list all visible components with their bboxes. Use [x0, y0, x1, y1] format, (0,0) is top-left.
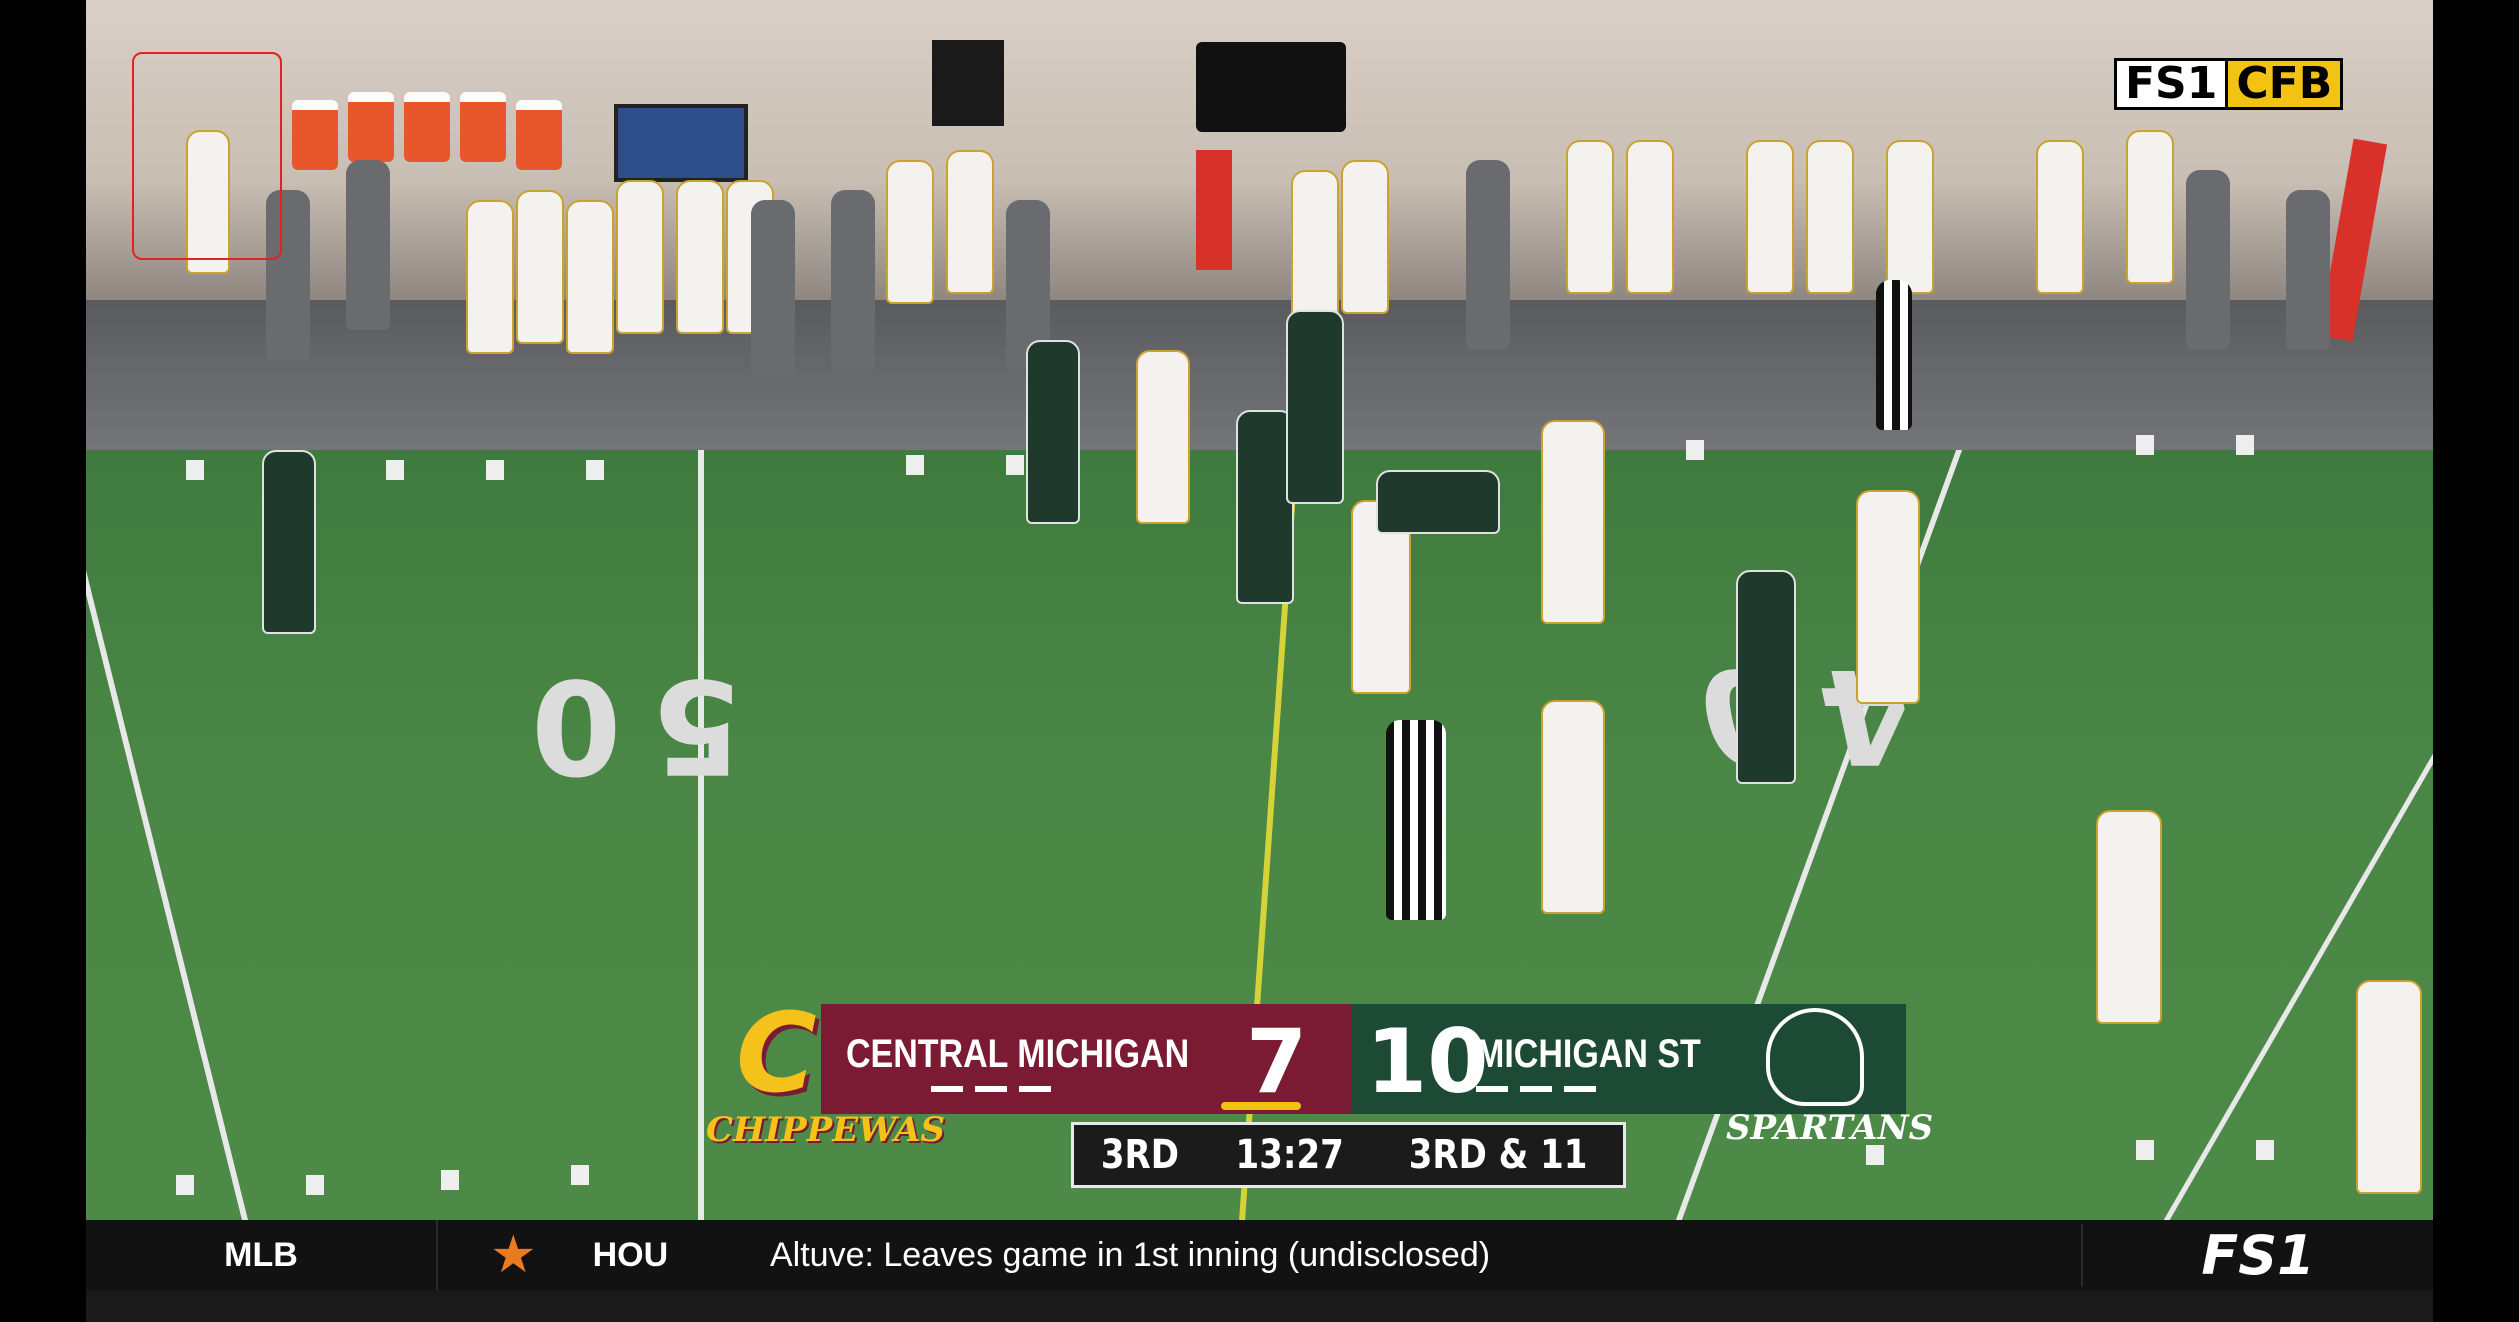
referee — [1386, 720, 1446, 920]
player — [1886, 140, 1934, 294]
ticker-team: ★ HOU — [436, 1220, 750, 1290]
staff-member — [1466, 160, 1510, 350]
news-ticker: MLB ★ HOU Altuve: Leaves game in 1st inn… — [86, 1220, 2433, 1290]
player — [566, 200, 614, 354]
hash-mark — [306, 1175, 324, 1195]
network-logo-fs1: FS1 — [2114, 58, 2229, 110]
player — [1541, 420, 1605, 624]
gatorade-cooler — [348, 92, 394, 162]
video-frame: 50 40 — [86, 0, 2433, 1322]
player — [262, 450, 316, 634]
player-on-ground — [1376, 470, 1500, 534]
gatorade-cooler — [292, 100, 338, 170]
quarter: 3RD — [1100, 1132, 1179, 1178]
game-info-bar: 3RD 13:27 3RD & 11 — [1071, 1122, 1626, 1188]
speaker — [932, 40, 1004, 126]
player — [1026, 340, 1080, 524]
network-logo: FS1 CFB — [2114, 58, 2344, 110]
hash-mark — [2136, 1140, 2154, 1160]
staff-member — [2186, 170, 2230, 350]
referee — [1876, 280, 1912, 430]
bottom-bar — [86, 1290, 2433, 1322]
ticker-network-logo: FS1 — [2081, 1223, 2433, 1287]
ticker-headline: Altuve: Leaves game in 1st inning (undis… — [770, 1235, 1491, 1274]
hash-mark — [176, 1175, 194, 1195]
player — [616, 180, 664, 334]
player — [1746, 140, 1794, 294]
staff-member — [346, 160, 390, 330]
player — [1736, 570, 1796, 784]
player — [1286, 310, 1344, 504]
hash-mark — [2256, 1140, 2274, 1160]
spartan-helmet-icon — [1766, 1008, 1864, 1106]
gatorade-cooler — [460, 92, 506, 162]
first-down-marker — [1196, 150, 1232, 270]
staff-member — [751, 200, 795, 380]
player — [1341, 160, 1389, 314]
hash-mark — [486, 460, 504, 480]
home-score: 7 — [1246, 1010, 1308, 1113]
staff-member — [831, 190, 875, 370]
ticker-team-abbr: HOU — [592, 1235, 669, 1274]
player — [676, 180, 724, 334]
gatorade-cooler — [516, 100, 562, 170]
player — [886, 160, 934, 304]
possession-indicator — [1221, 1102, 1301, 1110]
player — [1626, 140, 1674, 294]
network-logo-cfb: CFB — [2228, 58, 2344, 110]
scorebug: CENTRAL MICHIGAN 7 10 MICHIGAN ST C CHIP… — [696, 989, 1933, 1198]
hash-mark — [441, 1170, 459, 1190]
highlight-box — [132, 52, 282, 260]
player — [2096, 810, 2162, 1024]
player — [1806, 140, 1854, 294]
equipment-box — [1196, 42, 1346, 132]
hash-mark — [1006, 455, 1024, 475]
home-team-name: CENTRAL MICHIGAN — [846, 1032, 1190, 1076]
spartans-wordmark: SPARTANS — [1726, 1108, 1934, 1148]
sideline-monitor — [614, 104, 748, 182]
player — [2126, 130, 2174, 284]
hash-mark — [1686, 440, 1704, 460]
player — [1291, 170, 1339, 324]
astros-star-icon: ★ — [490, 1226, 537, 1284]
staff-member — [2286, 190, 2330, 350]
player — [516, 190, 564, 344]
chippewas-logo: C CHIPPEWAS — [696, 989, 945, 1150]
hash-mark — [186, 460, 204, 480]
player — [946, 150, 994, 294]
player — [1541, 700, 1605, 914]
player — [1136, 350, 1190, 524]
home-timeouts — [931, 1086, 1051, 1092]
chippewas-c-icon: C — [736, 989, 817, 1117]
ticker-league: MLB — [224, 1235, 298, 1274]
chippewas-wordmark: CHIPPEWAS — [706, 1110, 946, 1150]
player — [2356, 980, 2422, 1194]
game-clock: 13:27 — [1235, 1132, 1344, 1178]
hash-mark — [2236, 435, 2254, 455]
hash-mark — [906, 455, 924, 475]
player — [1856, 490, 1920, 704]
hash-mark — [571, 1165, 589, 1185]
hash-mark — [386, 460, 404, 480]
hash-mark — [586, 460, 604, 480]
away-score: 10 — [1366, 1010, 1489, 1113]
away-team-name: MICHIGAN ST — [1476, 1032, 1701, 1076]
hash-mark — [2136, 435, 2154, 455]
player — [2036, 140, 2084, 294]
gatorade-cooler — [404, 92, 450, 162]
player — [466, 200, 514, 354]
down-and-distance: 3RD & 11 — [1408, 1132, 1588, 1178]
yard-number-50: 50 — [501, 650, 742, 802]
away-timeouts — [1476, 1086, 1596, 1092]
spartans-logo: SPARTANS — [1726, 998, 1933, 1148]
home-team-panel: CENTRAL MICHIGAN 7 — [821, 1004, 1351, 1114]
player — [1566, 140, 1614, 294]
